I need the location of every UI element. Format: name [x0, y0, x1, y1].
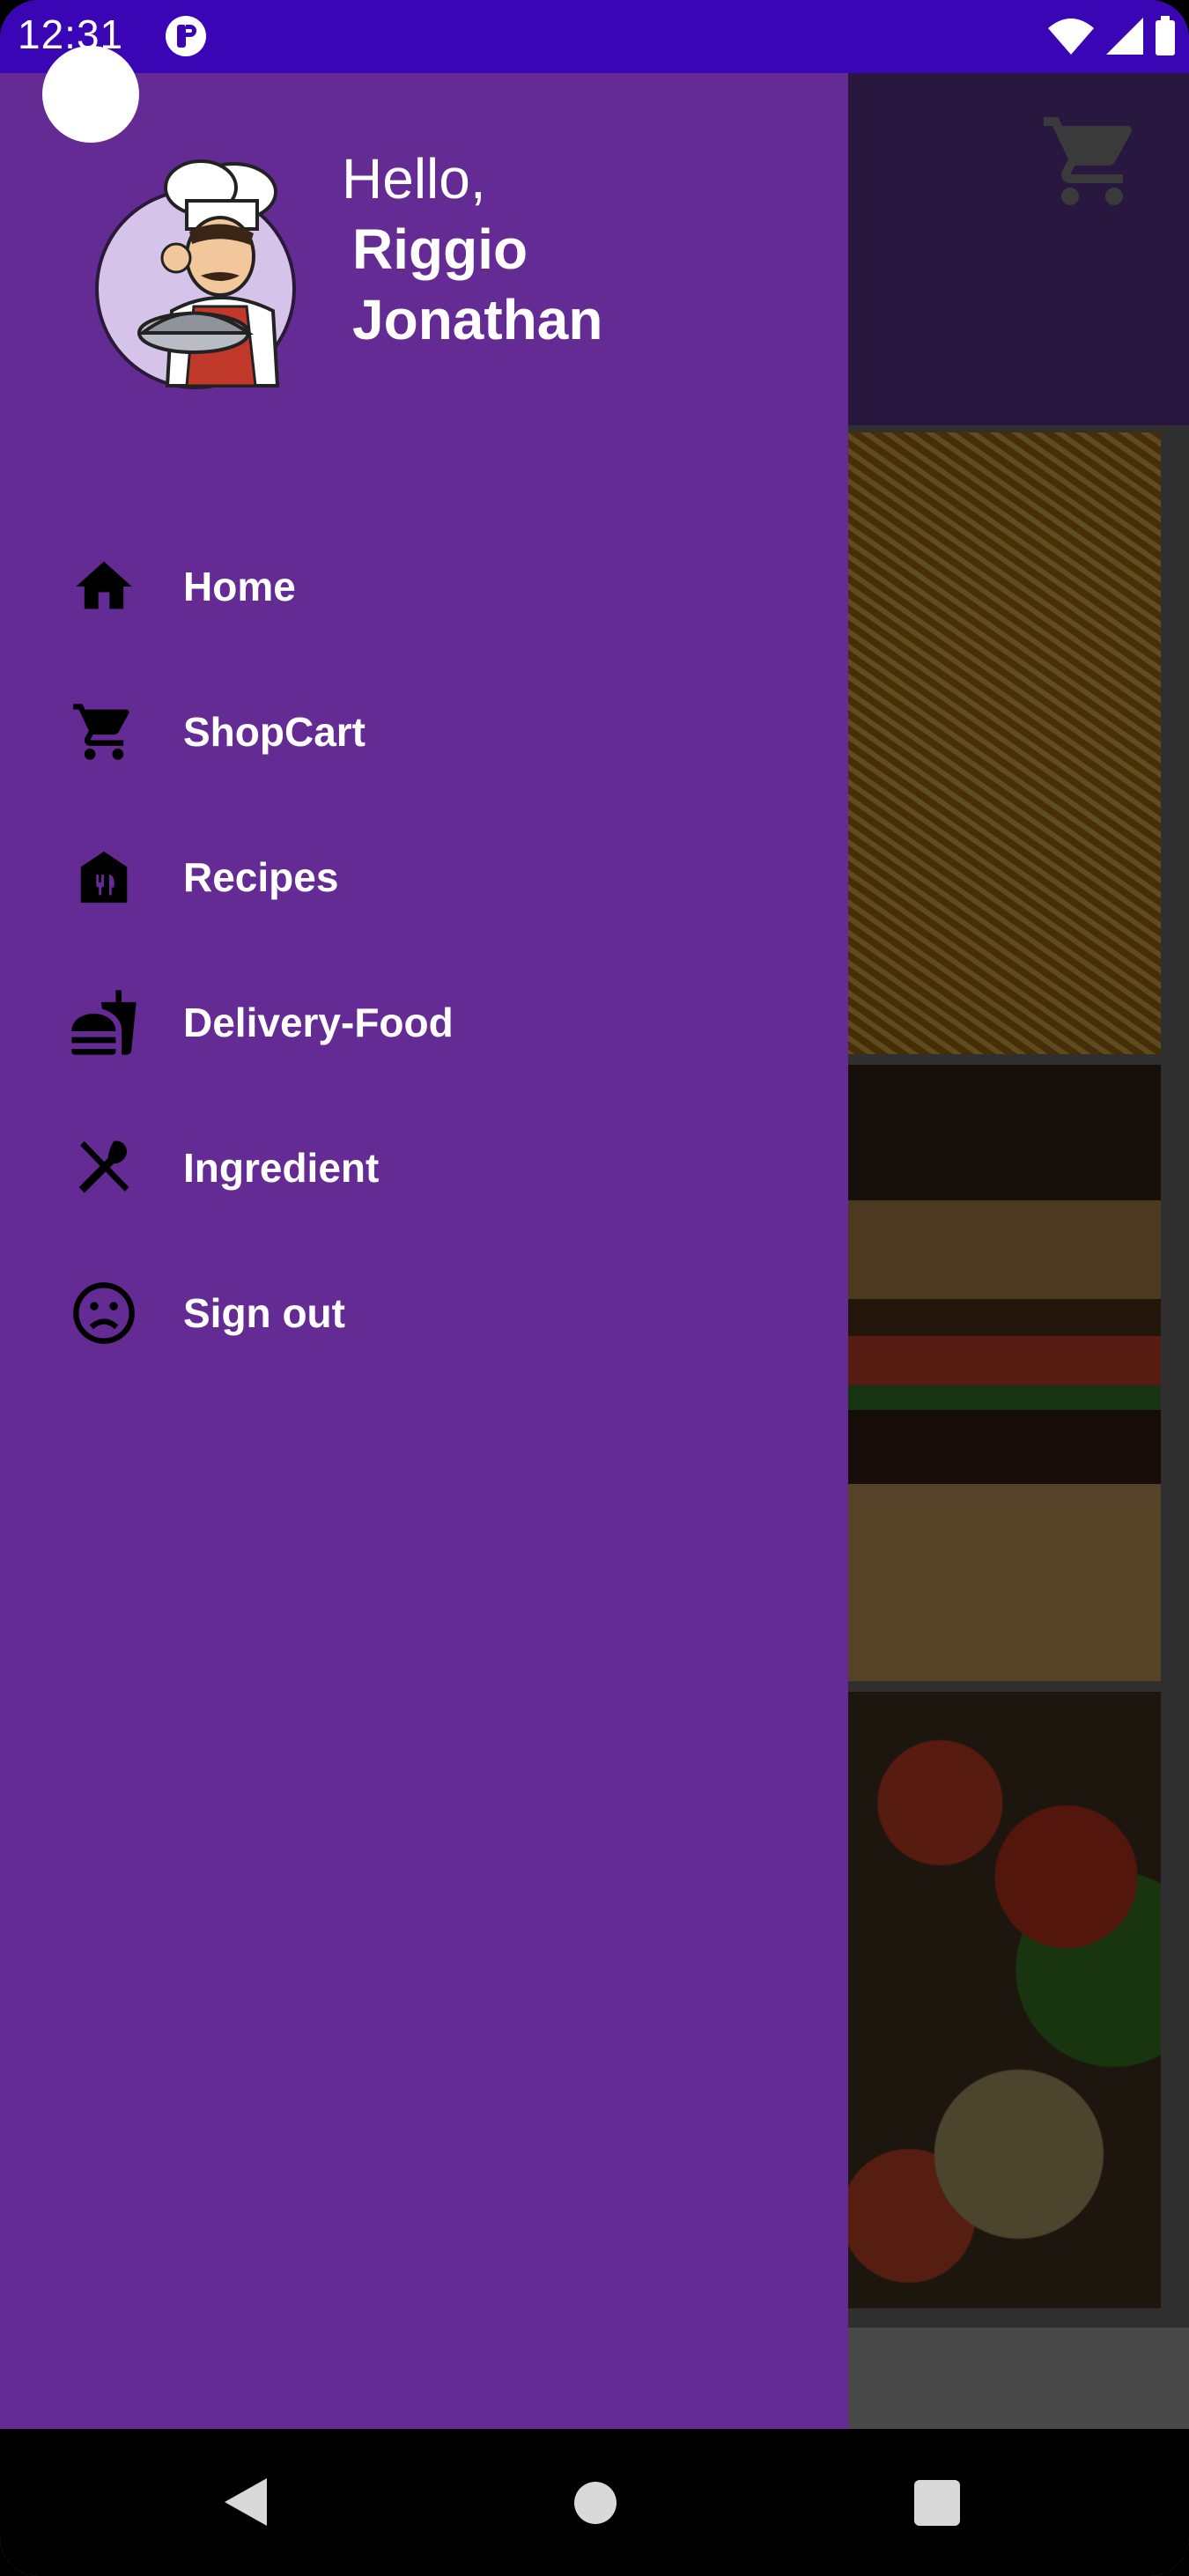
- fastfood-icon: [69, 987, 139, 1058]
- user-greeting: Hello, Riggio Jonathan: [342, 144, 602, 355]
- app-notification-icon: [166, 16, 206, 56]
- menu-item-shopcart[interactable]: ShopCart: [0, 659, 848, 804]
- back-button[interactable]: [225, 2478, 267, 2526]
- cart-icon: [69, 697, 139, 767]
- menu-item-home[interactable]: Home: [0, 513, 848, 659]
- menu-item-recipes[interactable]: Recipes: [0, 804, 848, 949]
- menu-item-label: ShopCart: [183, 708, 366, 755]
- menu-item-delivery-food[interactable]: Delivery-Food: [0, 949, 848, 1095]
- spoon-knife-cross-icon: [69, 1133, 139, 1203]
- menu-item-label: Ingredient: [183, 1144, 380, 1191]
- home-icon: [69, 551, 139, 622]
- recents-button[interactable]: [914, 2480, 960, 2526]
- user-first-name: Riggio: [352, 218, 528, 281]
- drawer-menu: Home ShopCart Recipes Delivery-Food Ingr…: [0, 513, 848, 1385]
- signal-icon: [1106, 18, 1143, 55]
- menu-item-label: Sign out: [183, 1289, 345, 1336]
- wifi-icon: [1048, 18, 1094, 55]
- menu-item-label: Recipes: [183, 853, 339, 900]
- status-bar: 12:31: [0, 0, 1189, 73]
- chef-avatar: [95, 159, 296, 389]
- screen: 12:31 Hello, Riggio Jonathan Home ShopCa…: [0, 0, 1189, 2576]
- menu-item-label: Delivery-Food: [183, 999, 454, 1045]
- screen-record-dot: [42, 46, 139, 143]
- system-icons: [1046, 12, 1177, 60]
- user-last-name: Jonathan: [352, 288, 603, 351]
- greeting-text: Hello,: [342, 147, 486, 210]
- menu-item-ingredient[interactable]: Ingredient: [0, 1095, 848, 1240]
- menu-item-sign-out[interactable]: Sign out: [0, 1240, 848, 1385]
- home-button[interactable]: [574, 2482, 617, 2524]
- battery-icon: [1156, 16, 1175, 55]
- sad-face-icon: [69, 1278, 139, 1348]
- menu-item-label: Home: [183, 563, 296, 609]
- system-nav-bar: [0, 2429, 1189, 2576]
- restaurant-house-icon: [69, 842, 139, 912]
- navigation-drawer: Hello, Riggio Jonathan Home ShopCart Rec…: [0, 73, 848, 2429]
